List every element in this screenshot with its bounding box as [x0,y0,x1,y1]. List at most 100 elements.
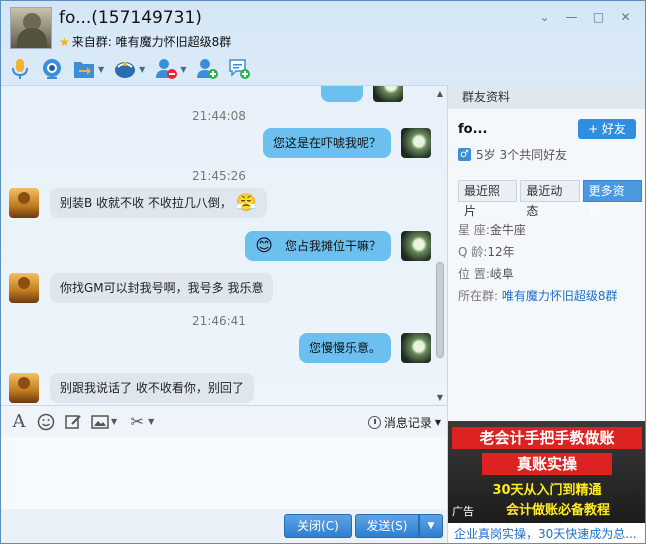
message-text: 别装B 收就不收 不收拉几八倒， [60,196,232,210]
field-value: 12年 [487,245,515,259]
ad-line: 30天从入门到精通 [492,483,602,498]
my-avatar[interactable] [373,86,403,102]
message-timestamp: 21:45:26 [192,169,246,183]
new-discussion-button[interactable] [228,58,251,80]
contact-avatar-small[interactable] [9,373,39,403]
my-avatar[interactable] [401,333,431,363]
dropdown-icon[interactable]: ⌄ [531,7,558,27]
clock-icon [367,416,381,429]
scroll-thumb[interactable] [436,262,444,358]
message-list[interactable]: 21:44:08 您这是在吓唬我呢？ 21:45:26 别装B 收就不收 不收拉… [1,85,447,405]
message-bubble[interactable] [321,86,363,102]
input-toolbar: A ▼ ✂ ▼ 消息记录 ▼ [1,405,447,437]
chevron-down-icon[interactable]: ▼ [111,417,117,426]
ad-subheadline: 真账实操 [482,453,612,475]
chevron-down-icon[interactable]: ▼ [180,65,186,74]
edit-icon[interactable] [63,412,83,432]
chevron-down-icon: ▼ [434,418,441,427]
folder-transfer-icon [74,62,94,78]
tab-recent-photos[interactable]: 最近照片 [458,180,518,218]
history-label: 消息记录 [383,416,432,430]
smile-emoji-icon: 😊 [255,236,273,256]
contact-avatar-small[interactable] [9,188,39,218]
field-label: 星 座: [458,223,490,237]
video-call-button[interactable] [41,58,63,80]
message-them: 你找GM可以封我号啊，我号多 我乐意 [9,273,274,303]
window-controls: ⌄ — □ ✕ [531,7,639,27]
font-icon[interactable]: A [9,411,29,432]
member-profile-panel: 群友资料 fo... + 好友 ♂ 5岁 3个共同好友 最近照片 最近动态 更多… [447,85,645,543]
from-label: 来自群: [71,35,112,49]
field-label: Q 龄: [458,245,488,259]
close-button[interactable]: 关闭(C) [284,514,352,538]
send-file-button[interactable]: ▼ [73,58,104,80]
image-icon[interactable] [90,412,110,432]
send-options-chevron-icon[interactable]: ▼ [419,514,443,538]
field-qq-age: Q 龄:12年 [458,243,515,260]
remove-member-button[interactable]: ▼ [155,58,186,80]
scroll-down-icon[interactable]: ▼ [434,392,446,404]
my-avatar[interactable] [401,128,431,158]
field-label: 位 置: [458,267,490,281]
message-them: 别跟我说话了 收不收看你，别回了 [9,373,254,403]
scissors-icon[interactable]: ✂ [127,412,147,432]
game-icon [115,62,136,78]
member-info: ♂ 5岁 3个共同好友 [458,146,567,163]
tab-more-info[interactable]: 更多资料 [582,180,642,218]
contact-avatar[interactable] [10,7,52,49]
message-bubble[interactable]: 😊 您占我摊位干嘛？ [245,231,391,261]
emoji-icon[interactable] [36,412,56,432]
message-bubble[interactable]: 别装B 收就不收 不收拉几八倒， 😤 [50,188,268,218]
group-link[interactable]: 唯有魔力怀旧超级8群 [502,289,618,303]
field-location: 位 置:岐阜 [458,265,514,282]
male-icon: ♂ [458,148,471,161]
tab-recent-activity[interactable]: 最近动态 [520,180,580,218]
message-timestamp: 21:44:08 [192,109,246,123]
chevron-down-icon[interactable]: ▼ [148,417,154,426]
ad-banner[interactable]: 老会计手把手教做账 真账实操 30天从入门到精通 会计做账必备教程 广告 [448,421,645,523]
message-input[interactable] [1,437,447,509]
member-name[interactable]: fo... [458,122,487,137]
field-group: 所在群: 唯有魔力怀旧超级8群 [458,287,618,304]
chevron-down-icon[interactable]: ▼ [139,65,145,74]
contact-avatar-small[interactable] [9,273,39,303]
ad-line: 会计做账必备教程 [505,503,610,518]
ad-caption-link[interactable]: 企业真岗实操，30天快速成为总... [448,523,645,543]
group-name[interactable]: 唯有魔力怀旧超级8群 [116,35,232,49]
chevron-down-icon[interactable]: ▼ [98,65,104,74]
minimize-button[interactable]: — [558,7,585,27]
message-timestamp: 21:46:41 [192,314,246,328]
chat-toolbar: ▼ ▼ ▼ [9,56,260,82]
message-text: 您占我摊位干嘛？ [284,239,381,253]
scroll-up-icon[interactable]: ▲ [434,88,446,100]
voice-call-button[interactable] [9,58,31,80]
contact-title: fo...(157149731) [59,8,202,28]
member-info-text: 5岁 3个共同好友 [476,148,568,162]
message-history-button[interactable]: 消息记录 ▼ [367,414,441,431]
message-add-icon [229,59,251,79]
message-me: 😊 您占我摊位干嘛？ [245,231,431,261]
my-avatar[interactable] [401,231,431,261]
app-button[interactable]: ▼ [114,58,145,80]
ad-headline: 老会计手把手教做账 [452,427,642,449]
chat-header: fo...(157149731) ★ 来自群: 唯有魔力怀旧超级8群 ⌄ — □ … [1,1,645,85]
microphone-icon [12,59,28,79]
close-window-button[interactable]: ✕ [612,7,639,27]
message-bubble[interactable]: 你找GM可以封我号啊，我号多 我乐意 [50,273,274,303]
emoji-face-icon: 😤 [235,193,258,213]
message-them: 别装B 收就不收 不收拉几八倒， 😤 [9,188,268,218]
message-bubble[interactable]: 别跟我说话了 收不收看你，别回了 [50,373,254,403]
add-member-button[interactable] [196,58,219,80]
message-scrollbar[interactable]: ▲ ▼ [434,86,446,405]
message-bubble[interactable]: 您慢慢乐意。 [298,333,391,363]
maximize-button[interactable]: □ [585,7,612,27]
add-friend-button[interactable]: + 好友 [578,119,636,139]
message-me-partial [321,86,403,102]
send-button[interactable]: 发送(S) [355,514,419,538]
message-bubble[interactable]: 您这是在吓唬我呢？ [262,128,391,158]
profile-tabs: 最近照片 最近动态 更多资料 [458,180,645,218]
field-value: 金牛座 [489,223,526,237]
user-remove-icon [156,59,178,79]
ad-tag: 广告 [452,505,474,518]
webcam-icon [43,59,61,79]
